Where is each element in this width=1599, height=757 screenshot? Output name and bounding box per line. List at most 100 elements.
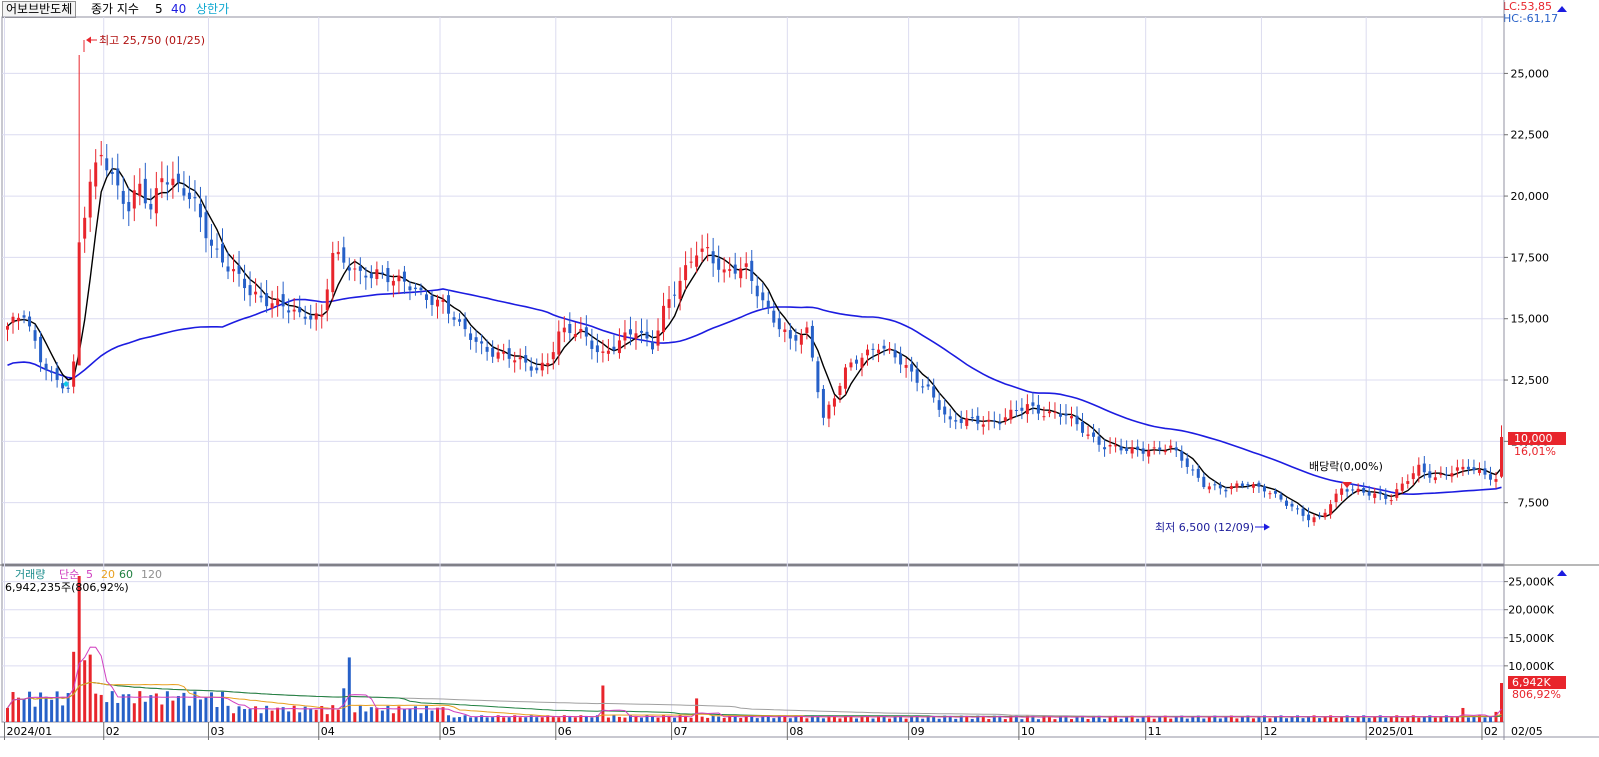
candle-body <box>535 367 539 371</box>
candle-body <box>110 171 114 174</box>
candle-body <box>899 353 903 365</box>
candle-body <box>154 188 158 214</box>
candle-body <box>491 347 495 357</box>
candle-body <box>832 398 836 407</box>
volume-bar <box>226 705 230 722</box>
volume-bar <box>17 697 21 722</box>
volume-bar <box>83 660 87 722</box>
volume-bar <box>502 717 506 722</box>
candle-body <box>1279 494 1283 500</box>
high-annotation: 최고 25,750 (01/25) <box>83 34 205 52</box>
volume-bar <box>143 701 147 722</box>
volume-bar <box>469 717 473 722</box>
volume-bar <box>766 716 770 722</box>
candle-body <box>948 416 952 420</box>
month-label: 12 <box>1263 725 1277 738</box>
candle-body <box>1439 473 1443 476</box>
candle-body <box>1224 489 1228 492</box>
candle-body <box>1058 413 1062 417</box>
candle-body <box>711 251 715 264</box>
price-volume-chart[interactable]: 7,500 10,000 12,500 15,000 17,500 20,000 22,50… <box>0 0 1599 757</box>
volume-bar <box>1450 717 1454 722</box>
candle-body <box>843 367 847 389</box>
candle-body <box>380 272 384 274</box>
volume-bar <box>204 696 208 722</box>
volume-bar <box>816 716 820 722</box>
candle-body <box>893 350 897 358</box>
candle-body <box>1290 503 1294 507</box>
candle-body <box>22 315 26 318</box>
candle-body <box>149 203 153 210</box>
candle-body <box>1378 491 1382 494</box>
volume-title: 거래량 <box>15 568 45 581</box>
volume-ma120-label: 120 <box>141 568 162 581</box>
volume-bar <box>198 699 202 722</box>
volume-scroll-up-icon[interactable] <box>1557 570 1567 576</box>
candle-body <box>1147 450 1151 457</box>
candle-body <box>1334 493 1338 503</box>
volume-bar <box>518 717 522 722</box>
candle-body <box>303 316 307 319</box>
volume-bar <box>711 715 715 722</box>
candle-body <box>1053 411 1057 413</box>
volume-bar <box>436 707 440 722</box>
candle-body <box>1075 415 1079 425</box>
candle-body <box>1114 445 1118 447</box>
candle-body <box>1455 467 1459 471</box>
month-label: 08 <box>789 725 803 738</box>
candle-body <box>121 190 125 204</box>
candle-body <box>88 181 92 218</box>
volume-bar <box>485 717 489 722</box>
candle-body <box>66 387 70 389</box>
candle-body <box>397 275 401 282</box>
volume-bar <box>584 717 588 722</box>
scroll-up-icon[interactable] <box>1557 6 1567 12</box>
candle-body <box>447 295 451 314</box>
candle-body <box>904 365 908 368</box>
candle-body <box>17 317 21 322</box>
volume-bar <box>325 714 329 722</box>
candle-body <box>513 360 517 363</box>
candle-body <box>408 286 412 291</box>
volume-ma60-label: 60 <box>119 568 133 581</box>
candle-body <box>463 318 467 330</box>
volume-bar <box>132 703 136 722</box>
candle-body <box>1086 434 1090 436</box>
candle-body <box>259 295 263 298</box>
candle-body <box>838 385 842 395</box>
candle-body <box>314 313 318 320</box>
candle-body <box>1069 416 1073 419</box>
month-label: 09 <box>911 725 925 738</box>
candle-body <box>1042 416 1046 418</box>
candle-body <box>639 330 643 333</box>
volume-bar <box>176 695 180 722</box>
volume-tick-label: 10,000K <box>1508 660 1554 673</box>
candle-body <box>452 317 456 320</box>
volume-bar <box>524 717 528 722</box>
volume-bar <box>248 709 252 722</box>
candle-body <box>254 291 258 295</box>
candle-body <box>728 269 732 271</box>
candle-body <box>1163 450 1167 453</box>
volume-bar <box>22 698 26 722</box>
volume-ma-type: 단순 <box>59 568 79 581</box>
candle-body <box>1466 466 1470 470</box>
volume-bar <box>821 718 825 722</box>
candle-body <box>970 417 974 419</box>
candle-body <box>1180 450 1184 461</box>
volume-bar <box>667 716 671 722</box>
candle-body <box>667 299 671 308</box>
candle-body <box>419 287 423 291</box>
volume-bar <box>551 717 555 722</box>
volume-bar <box>474 717 478 722</box>
month-label: 2025/01 <box>1368 725 1414 738</box>
candle-body <box>518 357 522 360</box>
candle-body <box>805 327 809 334</box>
volume-bar <box>954 718 958 722</box>
candle-body <box>1494 479 1498 482</box>
vol-ma5-line <box>7 646 1502 718</box>
volume-bar <box>165 691 169 722</box>
volume-bar <box>1433 717 1437 722</box>
volume-bar <box>287 711 291 722</box>
candle-body <box>546 363 550 366</box>
